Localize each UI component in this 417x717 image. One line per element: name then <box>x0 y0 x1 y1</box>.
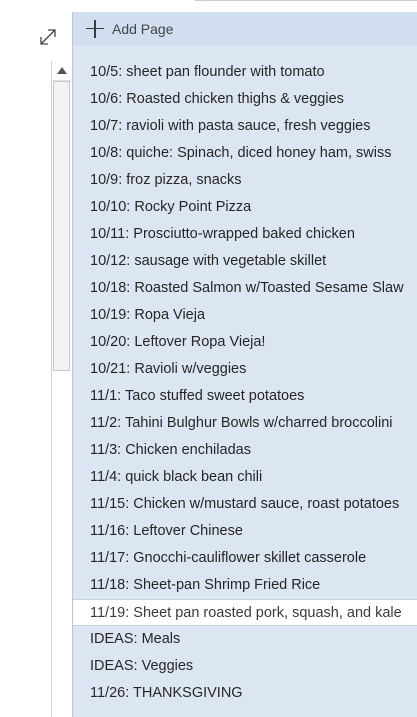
page-item[interactable]: 11/26: THANKSGIVING <box>73 680 417 707</box>
page-item[interactable]: IDEAS: Veggies <box>73 653 417 680</box>
page-item[interactable]: 10/10: Rocky Point Pizza <box>73 194 417 221</box>
expand-icon[interactable] <box>37 26 59 48</box>
scroll-thumb[interactable] <box>53 81 70 371</box>
pages-pane: Add Page 10/5: sheet pan flounder with t… <box>72 12 417 717</box>
page-item[interactable]: IDEAS: Meals <box>73 626 417 653</box>
page-item[interactable]: 10/7: ravioli with pasta sauce, fresh ve… <box>73 113 417 140</box>
page-item[interactable]: 11/16: Leftover Chinese <box>73 518 417 545</box>
page-item[interactable]: 10/9: froz pizza, snacks <box>73 167 417 194</box>
page-item[interactable]: 10/20: Leftover Ropa Vieja! <box>73 329 417 356</box>
vertical-scrollbar[interactable] <box>51 61 72 717</box>
page-item[interactable]: 11/3: Chicken enchiladas <box>73 437 417 464</box>
page-item[interactable]: 10/8: quiche: Spinach, diced honey ham, … <box>73 140 417 167</box>
page-item[interactable]: 11/17: Gnocchi-cauliflower skillet casse… <box>73 545 417 572</box>
page-item[interactable]: 10/6: Roasted chicken thighs & veggies <box>73 86 417 113</box>
page-item[interactable]: 10/18: Roasted Salmon w/Toasted Sesame S… <box>73 275 417 302</box>
page-item[interactable]: 11/1: Taco stuffed sweet potatoes <box>73 383 417 410</box>
page-item-selected[interactable]: 11/19: Sheet pan roasted pork, squash, a… <box>73 599 417 626</box>
plus-icon <box>86 19 104 38</box>
page-list: 10/5: sheet pan flounder with tomato 10/6… <box>73 59 417 707</box>
add-page-label: Add Page <box>112 20 174 37</box>
scroll-up-arrow-icon[interactable] <box>52 61 71 81</box>
page-item[interactable]: 11/15: Chicken w/mustard sauce, roast po… <box>73 491 417 518</box>
page-item[interactable]: 10/19: Ropa Vieja <box>73 302 417 329</box>
page-item[interactable]: 11/4: quick black bean chili <box>73 464 417 491</box>
top-divider <box>195 0 417 1</box>
add-page-button[interactable]: Add Page <box>73 12 417 45</box>
page-item[interactable]: 11/2: Tahini Bulghur Bowls w/charred bro… <box>73 410 417 437</box>
page-item[interactable]: 10/5: sheet pan flounder with tomato <box>73 59 417 86</box>
page-item[interactable]: 10/12: sausage with vegetable skillet <box>73 248 417 275</box>
page-item[interactable]: 11/18: Sheet-pan Shrimp Fried Rice <box>73 572 417 599</box>
page-item[interactable]: 10/21: Ravioli w/veggies <box>73 356 417 383</box>
page-item[interactable]: 10/11: Prosciutto-wrapped baked chicken <box>73 221 417 248</box>
